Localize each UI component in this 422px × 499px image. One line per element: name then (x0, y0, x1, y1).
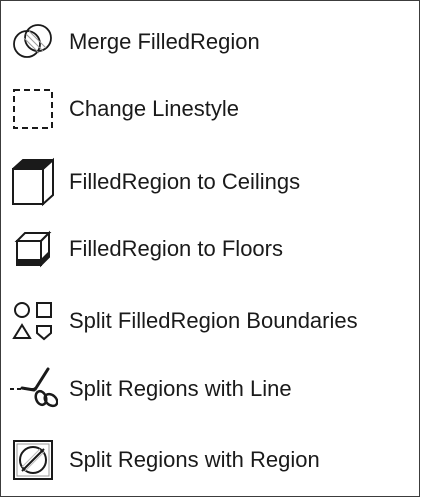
menu-item-label: Merge FilledRegion (69, 29, 260, 54)
split-regions-with-region-item[interactable]: Split Regions with Region (7, 429, 415, 491)
menu-item-label: Split FilledRegion Boundaries (69, 308, 358, 333)
menu-item-label: Split Regions with Region (69, 447, 320, 472)
dashed-rectangle-icon (7, 83, 59, 135)
split-regions-with-line-item[interactable]: Split Regions with Line (7, 358, 415, 420)
change-linestyle-item[interactable]: Change Linestyle (7, 78, 415, 140)
merge-circles-icon (7, 16, 59, 68)
menu-item-label: FilledRegion to Floors (69, 236, 283, 261)
menu-item-label: Change Linestyle (69, 96, 240, 121)
filledregion-to-floors-item[interactable]: FilledRegion to Floors (7, 218, 415, 280)
menu-item-label: Split Regions with Line (69, 376, 292, 401)
merge-filledregion-item[interactable]: Merge FilledRegion (7, 11, 415, 73)
ceiling-cube-icon (7, 156, 59, 208)
command-menu: Merge FilledRegion Change Linestyle Fill… (0, 0, 420, 497)
split-filledregion-boundaries-item[interactable]: Split FilledRegion Boundaries (7, 290, 415, 352)
split-region-icon (7, 434, 59, 486)
menu-item-label: FilledRegion to Ceilings (69, 169, 301, 194)
scissors-icon (7, 363, 59, 415)
split-shapes-icon (7, 295, 59, 347)
floor-cube-icon (7, 223, 59, 275)
filledregion-to-ceilings-item[interactable]: FilledRegion to Ceilings (7, 151, 415, 213)
